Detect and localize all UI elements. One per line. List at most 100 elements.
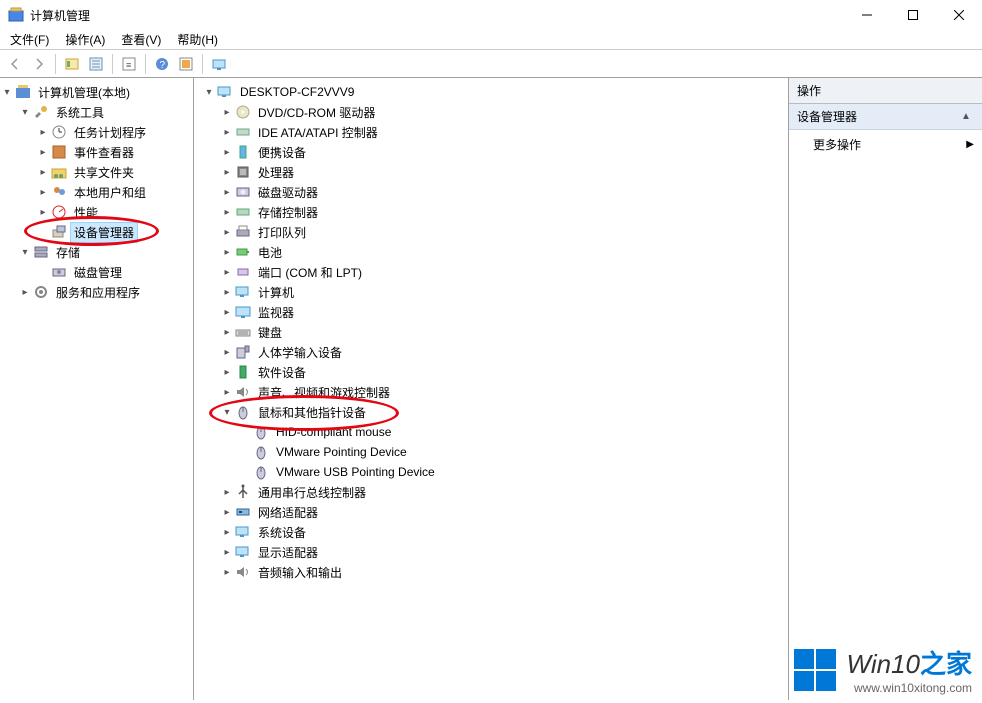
tools-icon [33,104,49,120]
device-node-processors[interactable]: ▸ 处理器 [194,162,788,182]
device-node-mouse-item[interactable]: ▸ HID-compliant mouse [194,422,788,442]
device-node-usb-controllers[interactable]: ▸ 通用串行总线控制器 [194,482,788,502]
device-node-audio-io[interactable]: ▸ 音频输入和输出 [194,562,788,582]
device-label: 软件设备 [255,363,309,382]
close-button[interactable] [936,0,982,30]
device-node-storage-controllers[interactable]: ▸ 存储控制器 [194,202,788,222]
clock-icon [51,124,67,140]
mouse-icon [253,464,269,480]
menu-file[interactable]: 文件(F) [4,29,55,50]
device-label: 人体学输入设备 [255,343,345,362]
watermark: Win10之家 www.win10xitong.com [793,644,972,695]
tree-node-storage[interactable]: ▾ 存储 [0,242,193,262]
left-tree-panel[interactable]: ▾ 计算机管理(本地) ▾ 系统工具 ▸ 任务计划程序 ▸ 事件查看器 ▸ 共享… [0,78,194,700]
device-node-print-queues[interactable]: ▸ 打印队列 [194,222,788,242]
users-icon [51,184,67,200]
maximize-button[interactable] [890,0,936,30]
minimize-button[interactable] [844,0,890,30]
tree-label: 任务计划程序 [71,123,149,142]
window-controls [844,0,982,30]
refresh-button[interactable]: ≡ [118,53,140,75]
back-button[interactable] [4,53,26,75]
device-node-display-adapters[interactable]: ▸ 显示适配器 [194,542,788,562]
device-node-system-devices[interactable]: ▸ 系统设备 [194,522,788,542]
services-icon [33,284,49,300]
forward-button[interactable] [28,53,50,75]
device-node-batteries[interactable]: ▸ 电池 [194,242,788,262]
tree-node-task-scheduler[interactable]: ▸ 任务计划程序 [0,122,193,142]
storage-controller-icon [235,204,251,220]
dvd-icon [235,104,251,120]
tree-node-services-apps[interactable]: ▸ 服务和应用程序 [0,282,193,302]
device-label: 监视器 [255,303,297,322]
toolbar: ≡ ? [0,50,982,78]
device-tree-panel[interactable]: ▾ DESKTOP-CF2VVV9 ▸ DVD/CD-ROM 驱动器 ▸ IDE… [194,78,789,700]
device-label: 端口 (COM 和 LPT) [255,263,365,282]
tree-node-device-manager[interactable]: ▸ 设备管理器 [0,222,193,242]
device-label: 通用串行总线控制器 [255,483,369,502]
toolbar-button[interactable] [175,53,197,75]
device-node-network-adapters[interactable]: ▸ 网络适配器 [194,502,788,522]
menu-help[interactable]: 帮助(H) [171,29,224,50]
device-node-mouse-item[interactable]: ▸ VMware USB Pointing Device [194,462,788,482]
watermark-brand1: Win10 [847,649,920,679]
sound-icon [235,384,251,400]
show-hide-tree-button[interactable] [61,53,83,75]
actions-section[interactable]: 设备管理器 ▲ [789,104,982,130]
mouse-icon [235,404,251,420]
chevron-right-icon: ▶ [966,139,974,150]
tree-node-system-tools[interactable]: ▾ 系统工具 [0,102,193,122]
usb-icon [235,484,251,500]
actions-header: 操作 [789,78,982,104]
device-label: 处理器 [255,163,297,182]
properties-button[interactable] [85,53,107,75]
printer-icon [235,224,251,240]
software-device-icon [235,364,251,380]
device-node-mouse-item[interactable]: ▸ VMware Pointing Device [194,442,788,462]
tree-node-event-viewer[interactable]: ▸ 事件查看器 [0,142,193,162]
tree-node-disk-management[interactable]: ▸ 磁盘管理 [0,262,193,282]
device-label: VMware USB Pointing Device [273,464,438,480]
display-adapter-icon [235,544,251,560]
tree-label: 计算机管理(本地) [35,83,133,102]
battery-icon [235,244,251,260]
device-node-computer[interactable]: ▾ DESKTOP-CF2VVV9 [194,82,788,102]
device-node-software-devices[interactable]: ▸ 软件设备 [194,362,788,382]
monitor-button[interactable] [208,53,230,75]
device-label: 鼠标和其他指针设备 [255,403,369,422]
device-node-sound-video-game[interactable]: ▸ 声音、视频和游戏控制器 [194,382,788,402]
actions-item-more[interactable]: 更多操作 ▶ [789,130,982,159]
device-node-dvdcdrom[interactable]: ▸ DVD/CD-ROM 驱动器 [194,102,788,122]
tree-node-shared-folders[interactable]: ▸ 共享文件夹 [0,162,193,182]
device-node-ports[interactable]: ▸ 端口 (COM 和 LPT) [194,262,788,282]
portable-device-icon [235,144,251,160]
tree-node-root[interactable]: ▾ 计算机管理(本地) [0,82,193,102]
menu-view[interactable]: 查看(V) [115,29,167,50]
device-label: 便携设备 [255,143,309,162]
desktop-icon [217,84,233,100]
disk-management-icon [51,264,67,280]
toolbar-separator [55,54,56,74]
device-label: 声音、视频和游戏控制器 [255,383,393,402]
device-label: 键盘 [255,323,285,342]
device-node-keyboards[interactable]: ▸ 键盘 [194,322,788,342]
windows-logo-icon [793,648,837,692]
device-node-monitors[interactable]: ▸ 监视器 [194,302,788,322]
device-node-hid[interactable]: ▸ 人体学输入设备 [194,342,788,362]
watermark-brand2: 之家 [920,649,972,679]
device-node-disk-drives[interactable]: ▸ 磁盘驱动器 [194,182,788,202]
device-label: 存储控制器 [255,203,321,222]
tree-label: 设备管理器 [71,223,137,242]
tree-node-performance[interactable]: ▸ 性能 [0,202,193,222]
menu-action[interactable]: 操作(A) [59,29,111,50]
cpu-icon [235,164,251,180]
device-manager-icon [51,224,67,240]
device-node-mice-other[interactable]: ▾ 鼠标和其他指针设备 [194,402,788,422]
tree-node-local-users-groups[interactable]: ▸ 本地用户和组 [0,182,193,202]
app-icon [8,7,24,23]
help-button[interactable]: ? [151,53,173,75]
device-node-ide[interactable]: ▸ IDE ATA/ATAPI 控制器 [194,122,788,142]
event-viewer-icon [51,144,67,160]
device-node-computers[interactable]: ▸ 计算机 [194,282,788,302]
device-node-portable[interactable]: ▸ 便携设备 [194,142,788,162]
